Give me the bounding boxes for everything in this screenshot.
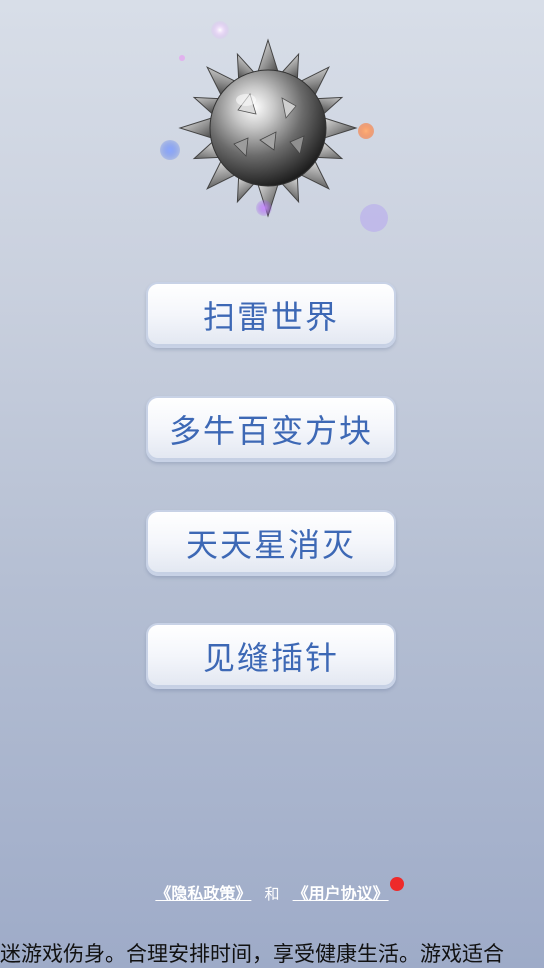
menu-button-label: 扫雷世界 xyxy=(202,298,339,336)
mine-icon xyxy=(160,21,388,232)
menu-button-popstar[interactable]: 天天星消灭 xyxy=(146,510,396,576)
menu-button-minesweeper[interactable]: 扫雷世界 xyxy=(146,282,396,348)
notification-dot xyxy=(390,877,404,891)
legal-links: 《隐私政策》 和 《用户协议》 xyxy=(0,880,544,904)
user-agreement-link[interactable]: 《用户协议》 xyxy=(293,884,389,903)
menu-button-pin[interactable]: 见缝插针 xyxy=(146,623,396,689)
health-notice-text: 迷游戏伤身。合理安排时间，享受健康生活。游戏适合 xyxy=(0,942,504,966)
mine-logo xyxy=(150,20,390,240)
menu-button-label: 天天星消灭 xyxy=(185,526,356,564)
menu-button-tetris[interactable]: 多牛百变方块 xyxy=(146,396,396,462)
menu-button-label: 多牛百变方块 xyxy=(168,412,373,450)
links-separator: 和 xyxy=(264,885,280,903)
menu-button-label: 见缝插针 xyxy=(202,639,339,677)
health-notice-ticker: 迷游戏伤身。合理安排时间，享受健康生活。游戏适合 xyxy=(0,940,544,968)
privacy-policy-link[interactable]: 《隐私政策》 xyxy=(155,884,251,903)
